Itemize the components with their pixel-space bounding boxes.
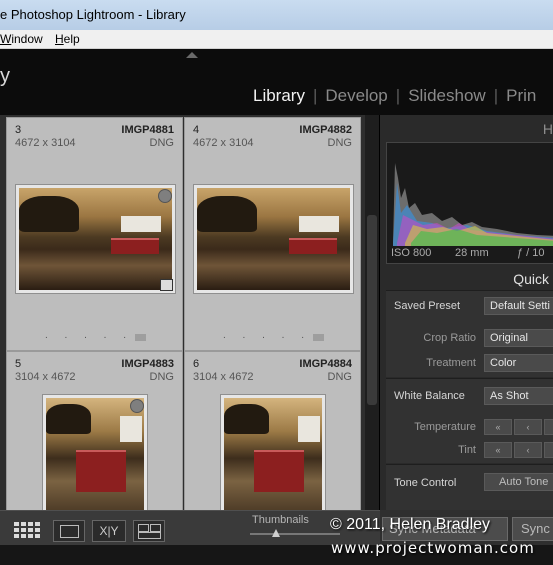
module-print[interactable]: Prin: [506, 86, 536, 105]
temperature-label: Temperature: [414, 421, 476, 433]
white-balance-label: White Balance: [394, 390, 465, 402]
module-library[interactable]: Library: [253, 86, 305, 105]
thumbnails-size-label: Thumbnails: [252, 514, 309, 526]
tone-control-label: Tone Control: [394, 477, 457, 489]
slider-knob[interactable]: [272, 529, 280, 537]
tint-stepper: « ‹: [484, 442, 553, 458]
photo-canal-landscape: [19, 188, 172, 290]
thumbnail[interactable]: [220, 394, 326, 510]
treatment-dropdown[interactable]: Color: [484, 354, 553, 372]
histogram-info: ISO 800 28 mm ƒ / 10: [387, 246, 553, 262]
module-separator: |: [395, 86, 401, 105]
cell-filetype: DNG: [327, 371, 352, 383]
grid-cell[interactable]: 5 3104 x 4672 IMGP4883 DNG: [6, 351, 183, 510]
temperature-decrease-large-button[interactable]: «: [484, 419, 512, 435]
histogram-header[interactable]: Hist: [543, 121, 553, 137]
cell-dimensions: 4672 x 3104: [15, 137, 76, 149]
temperature-stepper: « ‹: [484, 419, 553, 435]
loupe-view-icon[interactable]: [53, 520, 85, 542]
temperature-decrease-small-button[interactable]: ‹: [514, 419, 542, 435]
url-watermark: www.projectwoman.com: [331, 539, 535, 557]
photo-canal-portrait: [224, 398, 322, 510]
cell-index: 6: [193, 358, 200, 370]
module-slideshow[interactable]: Slideshow: [408, 86, 486, 105]
quick-collection-icon[interactable]: [130, 399, 144, 413]
crop-ratio-label: Crop Ratio: [423, 332, 476, 344]
cell-index: 5: [15, 358, 22, 370]
thumbnail[interactable]: [15, 184, 176, 294]
collapse-top-panel-icon[interactable]: [186, 52, 198, 58]
cell-dimensions: 3104 x 4672: [193, 371, 254, 383]
identity-plate: y: [0, 65, 10, 87]
grid-view-icon[interactable]: [12, 520, 46, 540]
tint-label: Tint: [458, 444, 476, 456]
grid-cell[interactable]: 6 3104 x 4672 IMGP4884 DNG: [184, 351, 361, 510]
module-list: Library | Develop | Slideshow | Prin: [253, 86, 536, 106]
thumbnail[interactable]: [42, 394, 148, 510]
tint-increase-button[interactable]: [544, 442, 553, 458]
crop-ratio-dropdown[interactable]: Original: [484, 329, 553, 347]
menu-bar: Window Help: [0, 30, 553, 49]
auto-tone-button[interactable]: Auto Tone: [484, 473, 553, 491]
grid-view: 3 4672 x 3104 IMGP4881 DNG . . . . . 4 4…: [0, 115, 365, 510]
white-balance-dropdown[interactable]: As Shot: [484, 387, 553, 405]
copyright-watermark: © 2011, Helen Bradley: [330, 516, 491, 533]
compare-view-icon[interactable]: X|Y: [92, 520, 126, 542]
survey-view-icon[interactable]: [133, 520, 165, 542]
cell-index: 3: [15, 124, 22, 136]
temperature-increase-button[interactable]: [544, 419, 553, 435]
rating-dots[interactable]: . . . . .: [45, 330, 133, 341]
treatment-label: Treatment: [426, 357, 476, 369]
saved-preset-label: Saved Preset: [394, 300, 461, 312]
cell-filetype: DNG: [149, 137, 174, 149]
thumbnail-size-slider[interactable]: [250, 529, 340, 537]
cell-filename: IMGP4884: [299, 358, 352, 370]
iso-value: ISO 800: [391, 247, 432, 259]
cell-filename: IMGP4881: [121, 124, 174, 136]
grid-toolbar: X|Y Thumbnails: [0, 510, 380, 546]
saved-preset-dropdown[interactable]: Default Setti: [484, 297, 553, 315]
cell-index: 4: [193, 124, 200, 136]
tint-decrease-small-button[interactable]: ‹: [514, 442, 542, 458]
module-develop[interactable]: Develop: [325, 86, 387, 105]
cell-filetype: DNG: [149, 371, 174, 383]
quick-collection-icon[interactable]: [158, 189, 172, 203]
cell-filename: IMGP4882: [299, 124, 352, 136]
grid-cell[interactable]: 3 4672 x 3104 IMGP4881 DNG . . . . .: [6, 117, 183, 351]
white-balance-section: White Balance As Shot Temperature « ‹ Ti…: [386, 378, 553, 463]
histogram-panel: ISO 800 28 mm ƒ / 10: [386, 142, 553, 264]
photo-canal-portrait: [46, 398, 144, 510]
module-separator: |: [312, 86, 318, 105]
cell-filetype: DNG: [327, 137, 352, 149]
grid-scrollbar[interactable]: [365, 115, 379, 510]
rating-dots[interactable]: . . . . .: [223, 330, 311, 341]
menu-window-label: Window: [0, 32, 43, 46]
scrollbar-thumb[interactable]: [367, 215, 377, 405]
grid-cell[interactable]: 4 4672 x 3104 IMGP4882 DNG . . . . .: [184, 117, 361, 351]
quick-develop-header[interactable]: Quick D: [513, 271, 553, 287]
window-titlebar: e Photoshop Lightroom - Library: [0, 0, 553, 31]
right-panel: Hist ISO 800 28 mm ƒ / 10 Quick D Saved …: [380, 115, 553, 510]
window-title: e Photoshop Lightroom - Library: [0, 7, 186, 22]
color-label-icon[interactable]: [135, 334, 146, 341]
focal-length: 28 mm: [455, 247, 489, 259]
tint-decrease-large-button[interactable]: «: [484, 442, 512, 458]
module-picker-bar: y Library | Develop | Slideshow | Prin: [0, 49, 553, 115]
sync-settings-button[interactable]: Sync: [512, 517, 553, 541]
menu-help-label: Help: [55, 32, 80, 46]
aperture-value: ƒ / 10: [517, 247, 545, 259]
cell-filename: IMGP4883: [121, 358, 174, 370]
edited-badge-icon: [160, 279, 173, 291]
quick-develop-preset-section: Saved Preset Default Setti Crop Ratio Or…: [386, 290, 553, 377]
histogram-graph: [387, 143, 553, 246]
thumbnail[interactable]: [193, 184, 354, 294]
color-label-icon[interactable]: [313, 334, 324, 341]
cell-dimensions: 4672 x 3104: [193, 137, 254, 149]
cell-dimensions: 3104 x 4672: [15, 371, 76, 383]
photo-canal-landscape: [197, 188, 350, 290]
module-separator: |: [493, 86, 499, 105]
tone-control-section: Tone Control Auto Tone: [386, 464, 553, 510]
